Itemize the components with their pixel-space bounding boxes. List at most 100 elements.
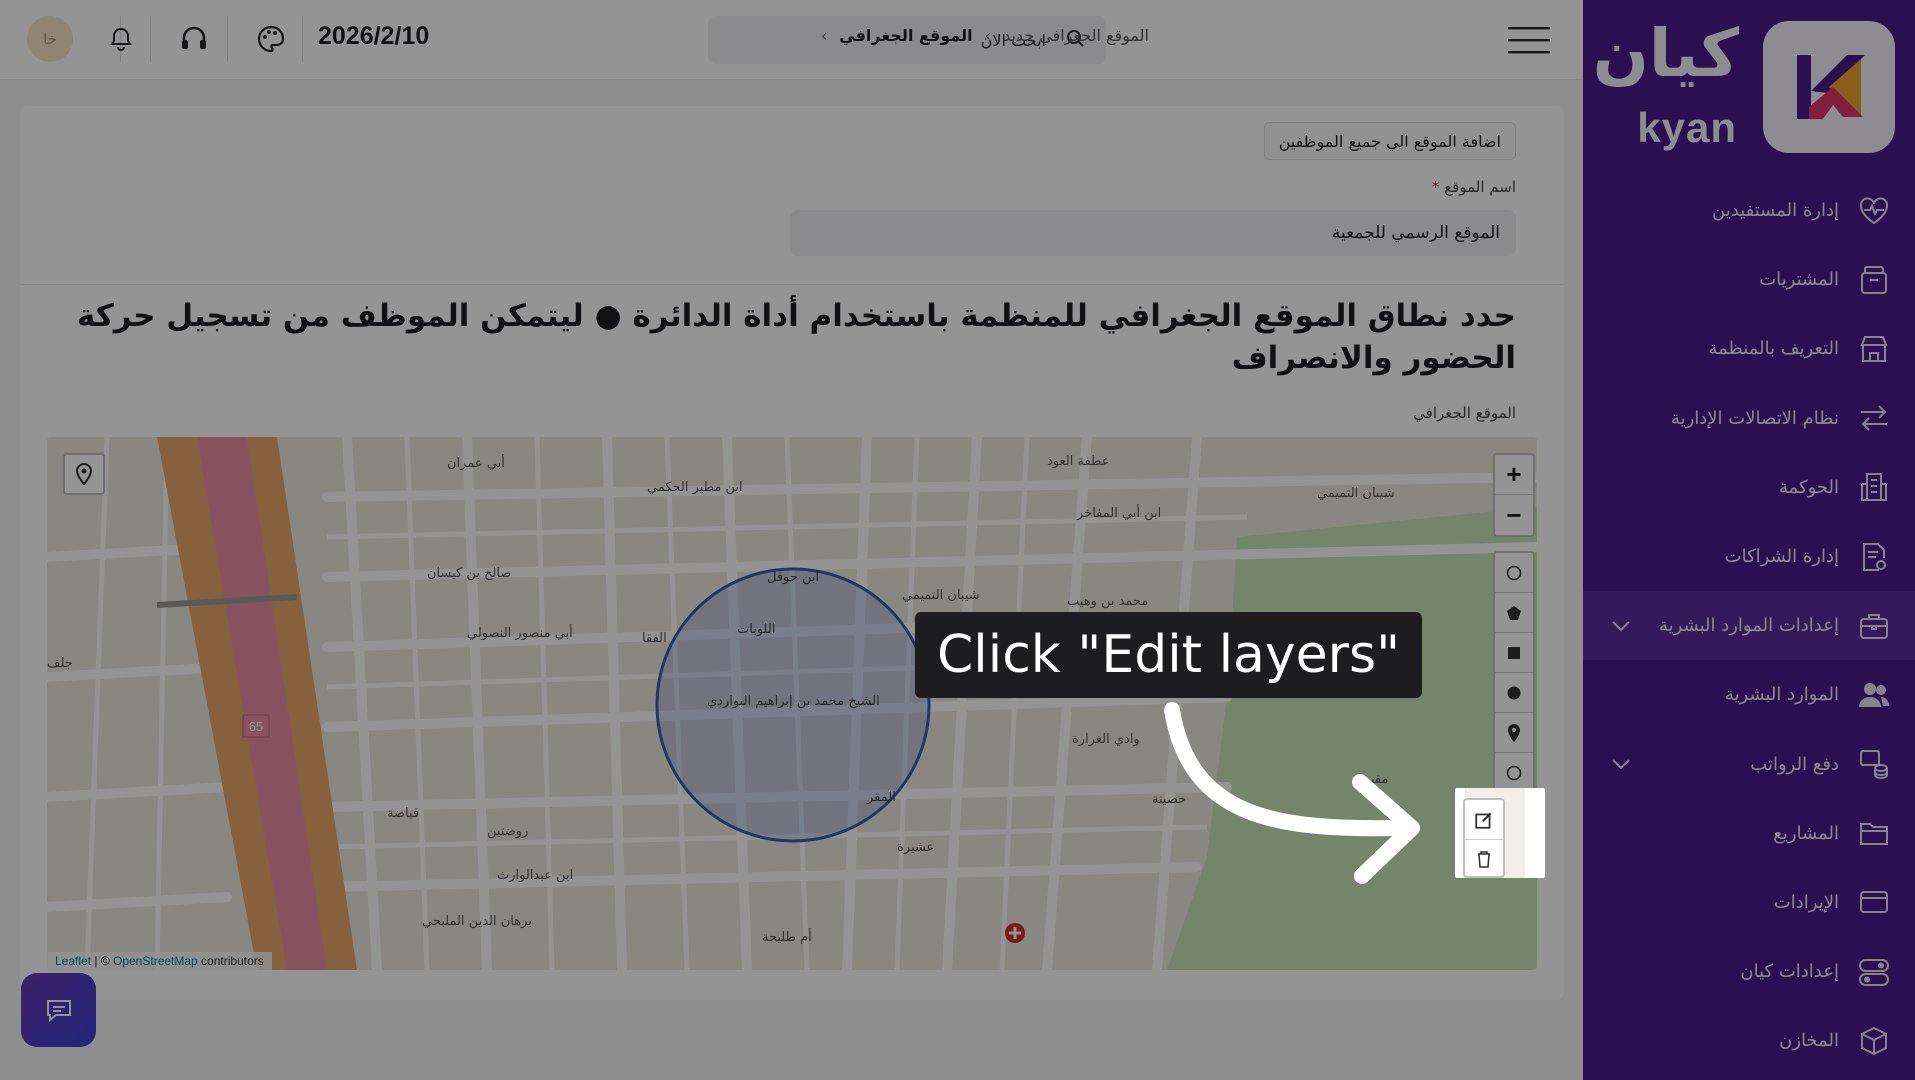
- attribution-suffix: contributors: [197, 954, 264, 968]
- sidebar-item-label: التعريف بالمنظمة: [1708, 338, 1839, 360]
- user-avatar[interactable]: خا: [27, 16, 73, 62]
- location-pin-icon: [76, 463, 92, 485]
- topbar: خا 2026/2/10 › الموقع الجغرافي › الموقع …: [0, 0, 1583, 80]
- svg-text:ابن حوقل: ابن حوقل: [767, 570, 819, 585]
- zoom-in-button[interactable]: +: [1495, 455, 1533, 495]
- sidebar-item-revenues[interactable]: الإيرادات: [1583, 868, 1915, 937]
- chat-icon: [46, 1000, 71, 1022]
- zoom-control: + −: [1493, 453, 1535, 537]
- menu-toggle-icon[interactable]: [1508, 26, 1550, 54]
- svg-text:محمد بن وهيب: محمد بن وهيب: [1067, 594, 1148, 609]
- edit-layers-button-highlight[interactable]: [1463, 798, 1505, 878]
- sidebar-item-warehouses[interactable]: المخازن: [1583, 1006, 1915, 1075]
- sidebar-item-partnerships[interactable]: إدارة الشراكات: [1583, 522, 1915, 591]
- svg-text:أبي منصور النصولي: أبي منصور النصولي: [467, 624, 573, 641]
- svg-text:قباضة: قباضة: [387, 806, 419, 821]
- geo-location-label: الموقع الجغرافي: [1413, 404, 1516, 422]
- svg-text:ابن مطير الحكمي: ابن مطير الحكمي: [647, 480, 743, 495]
- sidebar-item-label: الإيرادات: [1773, 891, 1839, 913]
- topbar-divider: [302, 16, 303, 62]
- map-attribution: Leaflet | © OpenStreetMap contributors: [47, 952, 272, 970]
- sidebar-item-label: إعدادات كيان: [1740, 961, 1839, 983]
- chat-button[interactable]: [21, 973, 96, 1047]
- svg-text:65: 65: [249, 719, 263, 734]
- svg-text:أم طليحة: أم طليحة: [762, 928, 812, 945]
- breadcrumb: › الموقع الجغرافي › الموقع الجغرافي جديد: [821, 26, 1149, 45]
- attribution-separator: | ©: [91, 954, 113, 968]
- polygon-icon: [1507, 605, 1521, 620]
- draw-circle-outline-button[interactable]: [1495, 753, 1533, 793]
- heartbeat-icon: [1857, 194, 1891, 228]
- locate-me-button[interactable]: [63, 453, 105, 495]
- briefcase-icon: [1857, 609, 1891, 643]
- sidebar-item-label: إدارة الشراكات: [1724, 546, 1839, 568]
- site-name-label-text: اسم الموقع: [1444, 178, 1516, 196]
- sidebar-item-label: المخازن: [1779, 1030, 1839, 1052]
- current-date: 2026/2/10: [318, 22, 430, 50]
- sidebar-item-purchases[interactable]: المشتريات: [1583, 245, 1915, 314]
- edit-layers-spotlight[interactable]: [1455, 788, 1545, 878]
- users-icon: [1857, 678, 1891, 712]
- site-name-input[interactable]: [790, 210, 1516, 256]
- bell-icon[interactable]: [104, 22, 138, 56]
- circle-outline-icon: [1506, 765, 1522, 780]
- draw-circlemarker-button[interactable]: [1495, 553, 1533, 593]
- svg-text:جلف: جلف: [47, 656, 73, 671]
- map-instruction-heading: حدد نطاق الموقع الجغرافي للمنظمة باستخدا…: [76, 298, 1516, 376]
- draw-marker-button[interactable]: [1495, 713, 1533, 753]
- chevron-down-icon[interactable]: [1609, 752, 1633, 776]
- svg-text:اللوبات: اللوبات: [737, 622, 775, 637]
- sidebar-item-communications[interactable]: نظام الاتصالات الإدارية: [1583, 384, 1915, 453]
- chevron-down-icon[interactable]: [1609, 614, 1633, 638]
- sidebar-item-label: إدارة المستفيدين: [1712, 200, 1839, 222]
- svg-text:ابن عبدالوارث: ابن عبدالوارث: [497, 868, 573, 883]
- folder-icon: [1857, 816, 1891, 850]
- brand-name-english: kyan: [1637, 104, 1737, 151]
- document-icon: [1857, 540, 1891, 574]
- svg-text:شيبان التميمي: شيبان التميمي: [902, 588, 980, 603]
- svg-text:برهان الدين الملبحي: برهان الدين الملبحي: [422, 914, 532, 929]
- svg-text:الفقا: الفقا: [642, 631, 667, 646]
- svg-text:صالح بن كيسان: صالح بن كيسان: [427, 566, 511, 581]
- sidebar-item-label: المشاريع: [1773, 822, 1839, 844]
- svg-text:أبي عمران: أبي عمران: [447, 454, 505, 471]
- required-mark: *: [1431, 178, 1440, 196]
- draw-rectangle-button[interactable]: [1495, 633, 1533, 673]
- add-to-all-employees-button[interactable]: اضافة الموقع الي جميع الموظفين: [1263, 122, 1516, 160]
- sidebar-item-hr-settings[interactable]: إعدادات الموارد البشرية: [1583, 591, 1915, 661]
- divider: [20, 284, 1564, 285]
- brand-logo[interactable]: [1763, 21, 1895, 153]
- osm-link[interactable]: OpenStreetMap: [113, 954, 198, 968]
- zoom-out-button[interactable]: −: [1495, 495, 1533, 535]
- leaflet-link[interactable]: Leaflet: [55, 954, 91, 968]
- sidebar-item-governance[interactable]: الحوكمة: [1583, 453, 1915, 522]
- draw-polygon-button[interactable]: [1495, 593, 1533, 633]
- svg-text:عطفة العود: عطفة العود: [1047, 454, 1109, 469]
- sidebar-item-organization[interactable]: التعريف بالمنظمة: [1583, 314, 1915, 383]
- svg-text:المقر: المقر: [866, 790, 896, 805]
- palette-icon[interactable]: [254, 22, 288, 56]
- svg-text:الشيخ محمد بن إبراهيم البواردي: الشيخ محمد بن إبراهيم البواردي: [707, 694, 880, 709]
- breadcrumb-parent-link[interactable]: الموقع الجغرافي: [839, 26, 972, 45]
- store-icon: [1857, 332, 1891, 366]
- sidebar-item-beneficiaries[interactable]: إدارة المستفيدين: [1583, 176, 1915, 245]
- kyan-logo-mark-icon: [1797, 55, 1865, 119]
- sidebar-item-kyan-settings[interactable]: إعدادات كيان: [1583, 937, 1915, 1006]
- sidebar-item-label: نظام الاتصالات الإدارية: [1670, 407, 1839, 429]
- site-name-label: اسم الموقع *: [1429, 178, 1516, 196]
- svg-text:روضتين: روضتين: [487, 824, 528, 839]
- sidebar-item-label: المشتريات: [1759, 269, 1839, 291]
- sidebar-item-label: دفع الرواتب: [1750, 753, 1839, 775]
- sidebar-item-projects[interactable]: المشاريع: [1583, 799, 1915, 868]
- payroll-icon: [1857, 747, 1891, 781]
- edit-layers-icon: [1465, 800, 1503, 840]
- sidebar-item-hr[interactable]: الموارد البشرية: [1583, 660, 1915, 729]
- sidebar: كيان kyan إدارة المستفيدين المشتريات الت…: [1583, 0, 1915, 1080]
- topbar-divider: [150, 16, 151, 62]
- headset-icon[interactable]: [177, 22, 211, 56]
- building-icon: [1857, 470, 1891, 504]
- breadcrumb-separator: ›: [984, 26, 992, 45]
- draw-circle-button[interactable]: [1495, 673, 1533, 713]
- sidebar-item-payroll[interactable]: دفع الرواتب: [1583, 730, 1915, 799]
- sidebar-item-label: الموارد البشرية: [1724, 684, 1839, 706]
